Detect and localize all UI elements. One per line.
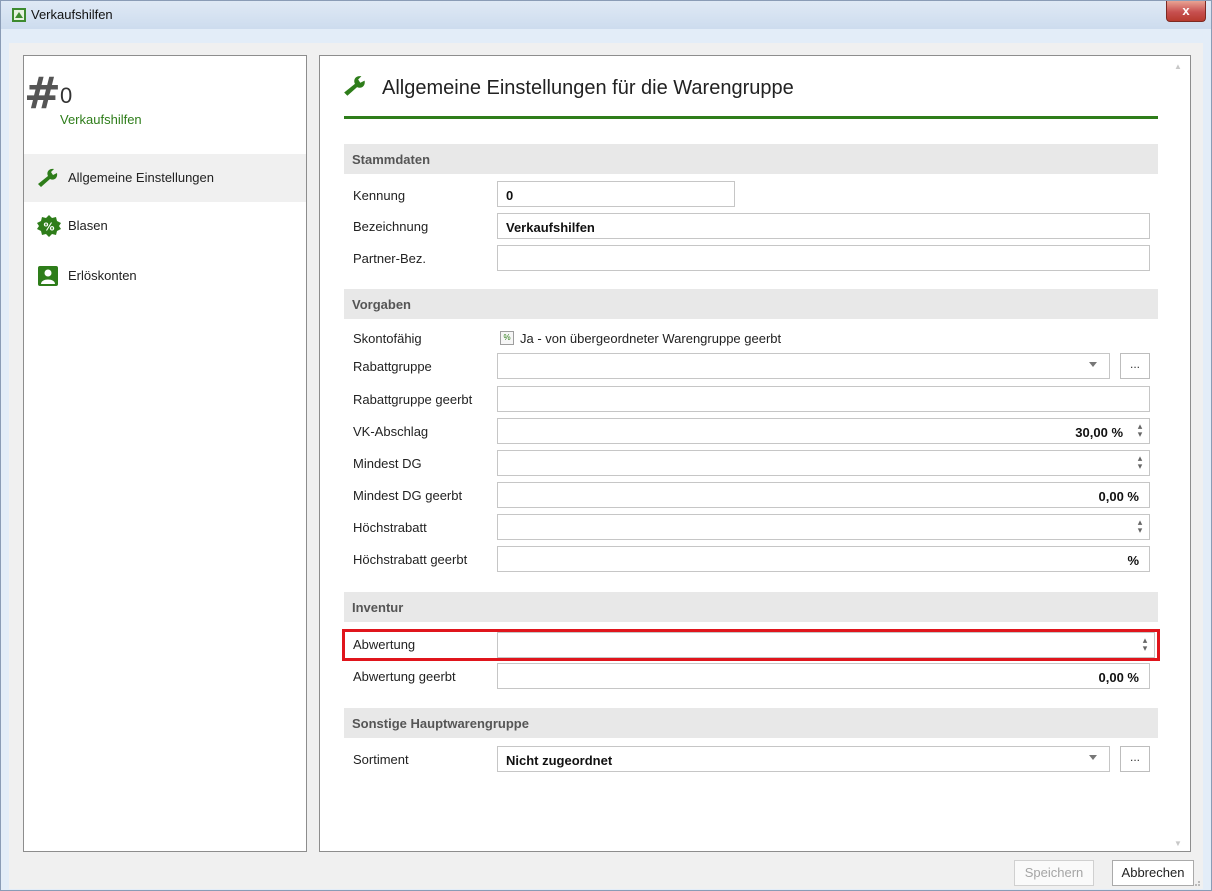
mindest-dg-field[interactable]: ▴ ▾ xyxy=(497,450,1150,476)
section-inventur: Inventur xyxy=(344,592,1158,622)
section-sonstige-hauptwarengruppe: Sonstige Hauptwarengruppe xyxy=(344,708,1158,738)
chevron-down-icon[interactable] xyxy=(1089,362,1097,367)
rabattgruppe-label: Rabattgruppe xyxy=(353,359,432,374)
chevron-down-icon[interactable] xyxy=(1089,755,1097,760)
nav-label: Erlöskonten xyxy=(68,268,137,283)
abwertung-geerbt-value: 0,00 % xyxy=(1098,670,1139,685)
window-title: Verkaufshilfen xyxy=(31,7,113,22)
hash-icon: # xyxy=(24,68,61,119)
hoechstrabatt-geerbt-value: % xyxy=(1127,553,1139,568)
account-card-icon xyxy=(38,266,58,286)
vk-abschlag-value: 30,00 % xyxy=(1075,425,1123,440)
skontofaehig-label: Skontofähig xyxy=(353,331,422,346)
title-bar: Verkaufshilfen x xyxy=(1,1,1211,29)
save-button[interactable]: Speichern xyxy=(1014,860,1094,886)
rabattgruppe-geerbt-field xyxy=(497,386,1150,412)
section-stammdaten: Stammdaten xyxy=(344,144,1158,174)
percent-badge-icon: % xyxy=(37,215,61,237)
vk-abschlag-field[interactable]: 30,00 % ▴ ▾ xyxy=(497,418,1150,444)
rabattgruppe-dropdown[interactable] xyxy=(497,353,1110,379)
sortiment-label: Sortiment xyxy=(353,752,409,767)
nav-item-erloeskonten[interactable]: Erlöskonten xyxy=(24,252,306,300)
hoechstrabatt-geerbt-label: Höchstrabatt geerbt xyxy=(353,552,468,567)
close-button[interactable]: x xyxy=(1166,1,1206,22)
section-title: Vorgaben xyxy=(352,297,411,312)
skonto-checkbox[interactable]: % xyxy=(500,331,514,345)
hoechstrabatt-label: Höchstrabatt xyxy=(353,520,427,535)
nav-label: Allgemeine Einstellungen xyxy=(68,170,214,185)
hoechstrabatt-geerbt-field: % xyxy=(497,546,1150,572)
scroll-up-icon[interactable]: ▲ xyxy=(1174,62,1182,71)
bezeichnung-field[interactable]: Verkaufshilfen xyxy=(497,213,1150,239)
mindest-dg-geerbt-value: 0,00 % xyxy=(1098,489,1139,504)
svg-text:%: % xyxy=(43,221,54,234)
abwertung-geerbt-label: Abwertung geerbt xyxy=(353,669,456,684)
record-id: 0 xyxy=(60,83,73,108)
dialog-window: Verkaufshilfen x # 0 Verkaufshilfen Allg… xyxy=(0,0,1212,891)
navigation-panel: # 0 Verkaufshilfen Allgemeine Einstellun… xyxy=(23,55,307,852)
rabattgruppe-geerbt-label: Rabattgruppe geerbt xyxy=(353,392,473,407)
skonto-inherited-text: Ja - von übergeordneter Warengruppe geer… xyxy=(520,331,782,346)
resize-grip-icon[interactable] xyxy=(1191,877,1201,887)
cancel-button[interactable]: Abbrechen xyxy=(1112,860,1194,886)
bezeichnung-value: Verkaufshilfen xyxy=(506,220,595,235)
wrench-icon xyxy=(344,76,365,96)
partner-bez-field[interactable] xyxy=(497,245,1150,271)
section-vorgaben: Vorgaben xyxy=(344,289,1158,319)
nav-item-blasen[interactable]: % Blasen xyxy=(24,202,306,250)
sortiment-browse-button[interactable]: ... xyxy=(1120,746,1150,772)
abwertung-geerbt-field: 0,00 % xyxy=(497,663,1150,689)
vk-abschlag-label: VK-Abschlag xyxy=(353,424,429,439)
spinner-icon[interactable]: ▴ ▾ xyxy=(1140,636,1150,654)
mindest-dg-geerbt-field: 0,00 % xyxy=(497,482,1150,508)
abwertung-field[interactable]: ▴ ▾ xyxy=(497,632,1155,658)
sortiment-dropdown[interactable]: Nicht zugeordnet xyxy=(497,746,1110,772)
mindest-dg-geerbt-label: Mindest DG geerbt xyxy=(353,488,463,503)
title-underline xyxy=(344,116,1158,119)
spinner-icon[interactable]: ▴ ▾ xyxy=(1135,422,1145,440)
abwertung-label: Abwertung xyxy=(353,637,416,652)
spinner-icon[interactable]: ▴ ▾ xyxy=(1135,518,1145,536)
wrench-icon xyxy=(38,168,58,187)
bezeichnung-label: Bezeichnung xyxy=(353,219,429,234)
content-panel: ▲ ▼ Allgemeine Einstellungen für die War… xyxy=(319,55,1191,852)
spinner-icon[interactable]: ▴ ▾ xyxy=(1135,454,1145,472)
kennung-field[interactable]: 0 xyxy=(497,181,735,207)
page-title: Allgemeine Einstellungen für die Warengr… xyxy=(382,77,794,99)
kennung-label: Kennung xyxy=(353,188,406,203)
nav-item-allgemeine-einstellungen[interactable]: Allgemeine Einstellungen xyxy=(24,154,306,202)
section-title: Inventur xyxy=(352,600,404,615)
app-icon xyxy=(12,8,26,22)
section-title: Sonstige Hauptwarengruppe xyxy=(352,716,529,731)
rabattgruppe-browse-button[interactable]: ... xyxy=(1120,353,1150,379)
record-subtitle: Verkaufshilfen xyxy=(60,112,142,127)
client-area: # 0 Verkaufshilfen Allgemeine Einstellun… xyxy=(9,43,1203,889)
mindest-dg-label: Mindest DG xyxy=(353,456,422,471)
sortiment-value: Nicht zugeordnet xyxy=(506,753,613,768)
nav-label: Blasen xyxy=(68,218,108,233)
scroll-down-icon[interactable]: ▼ xyxy=(1174,839,1182,848)
section-title: Stammdaten xyxy=(352,152,431,167)
partner-bez-label: Partner-Bez. xyxy=(353,251,426,266)
hoechstrabatt-field[interactable]: ▴ ▾ xyxy=(497,514,1150,540)
kennung-value: 0 xyxy=(506,188,514,203)
